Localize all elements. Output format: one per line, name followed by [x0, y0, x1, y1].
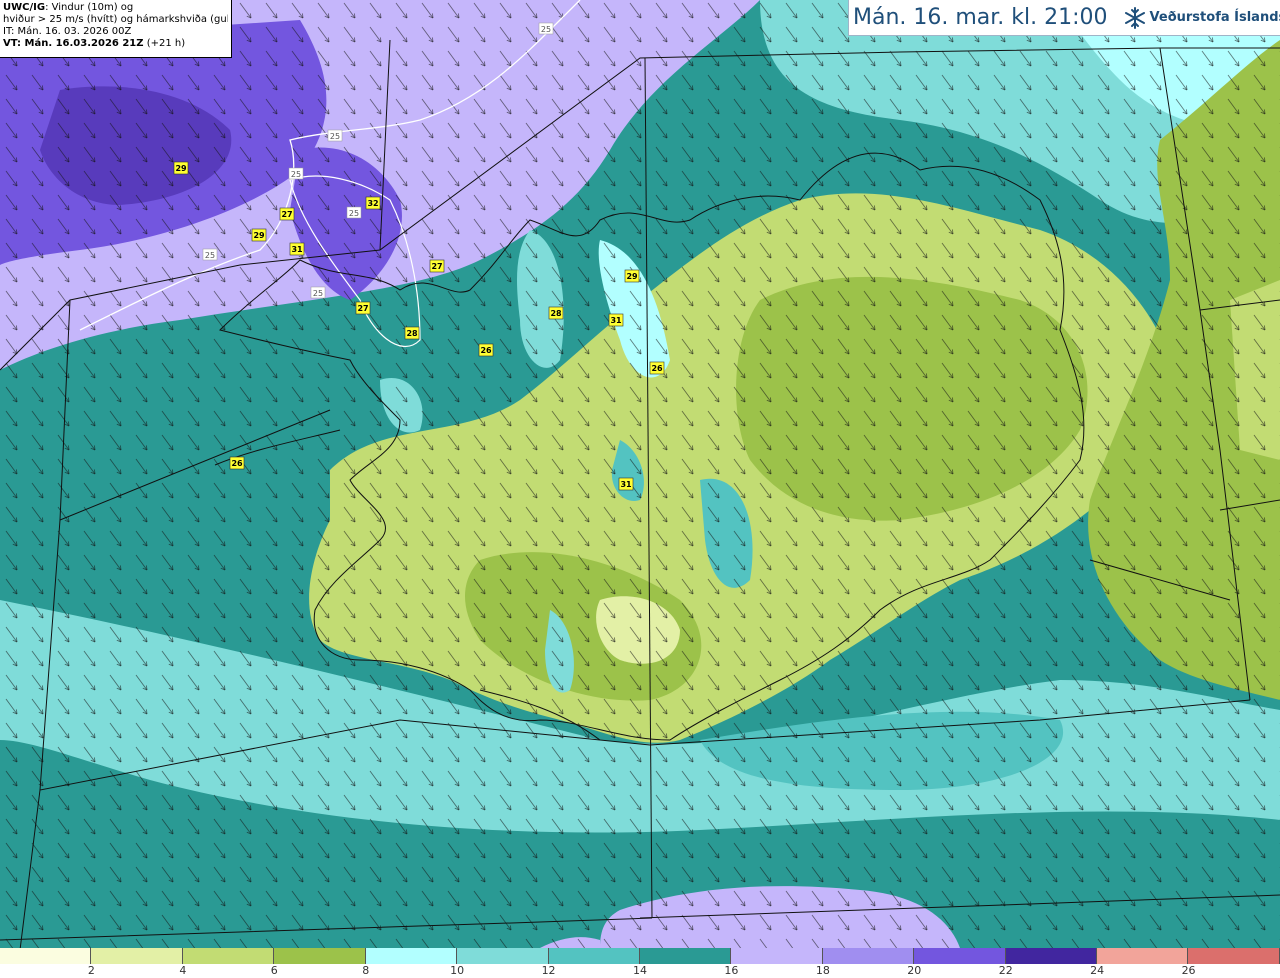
svg-text:27: 27: [281, 210, 292, 219]
legend-label: 2: [87, 964, 95, 977]
legend-label: 16: [724, 964, 739, 977]
map-header: Mán. 16. mar. kl. 21:00 Veðurstofa Íslan…: [848, 0, 1280, 36]
svg-text:28: 28: [550, 309, 562, 318]
max-gust-label: 29: [251, 228, 267, 242]
legend-segment: [91, 948, 183, 964]
svg-text:29: 29: [253, 231, 265, 240]
legend-segment: [914, 948, 1006, 964]
max-gust-label: 31: [608, 313, 624, 327]
svg-text:32: 32: [367, 199, 378, 208]
legend-label: 12: [541, 964, 556, 977]
svg-text:31: 31: [291, 245, 303, 254]
legend-label: 6: [270, 964, 278, 977]
legend-segment: [182, 948, 275, 964]
info-line-1: UWC/IG: Vindur (10m) og: [3, 2, 228, 14]
svg-text:25: 25: [313, 289, 323, 298]
gust-contour-label: 25: [202, 248, 218, 261]
legend-segment: [1188, 948, 1280, 964]
snowflake-icon: [1124, 6, 1145, 29]
max-gust-label: 31: [618, 477, 634, 491]
legend-label: 10: [450, 964, 465, 977]
legend-segment: [548, 948, 640, 964]
forecast-info-box: UWC/IG: Vindur (10m) og hviður > 25 m/s …: [0, 0, 232, 58]
legend-segment: [365, 948, 458, 964]
legend-label: 26: [1181, 964, 1196, 977]
wind-speed-legend: 2 4 6 8 10 12 14 16 18 20 22 24 26: [0, 948, 1280, 978]
max-gust-label: 26: [229, 456, 245, 470]
logo-text: Veðurstofa Íslands: [1149, 10, 1280, 25]
max-gust-label: 27: [429, 259, 445, 273]
svg-text:27: 27: [431, 262, 442, 271]
legend-segment: [274, 948, 366, 964]
max-gust-label: 28: [548, 306, 564, 320]
svg-text:25: 25: [291, 170, 301, 179]
gust-contour-label: 25: [346, 206, 362, 219]
svg-text:26: 26: [480, 346, 492, 355]
svg-text:29: 29: [175, 164, 187, 173]
legend-segment: [457, 948, 549, 964]
info-valid-time: VT: Mán. 16.03.2026 21Z (+21 h): [3, 38, 228, 50]
vedurstofa-logo[interactable]: Veðurstofa Íslands: [1122, 5, 1280, 31]
legend-label: 8: [362, 964, 370, 977]
max-gust-label: 26: [649, 361, 665, 375]
gust-contour-label: 25: [538, 22, 554, 35]
svg-text:26: 26: [231, 459, 243, 468]
info-initial-time: IT: Mán. 16. 03. 2026 00Z: [3, 26, 132, 37]
svg-text:29: 29: [626, 272, 638, 281]
legend-segment: [822, 948, 915, 964]
info-line-2: hviður > 25 m/s (hvítt) og hámarkshviða …: [3, 14, 228, 25]
legend-label: 18: [815, 964, 830, 977]
svg-text:25: 25: [541, 25, 551, 34]
legend-label: 22: [998, 964, 1013, 977]
legend-labels: 2 4 6 8 10 12 14 16 18 20 22 24 26: [0, 964, 1280, 978]
legend-segment: [1005, 948, 1098, 964]
legend-segment: [731, 948, 823, 964]
legend-segment: [0, 948, 92, 964]
svg-text:31: 31: [610, 316, 622, 325]
legend-label: 14: [633, 964, 647, 977]
max-gust-label: 29: [624, 269, 640, 283]
legend-segment: [1097, 948, 1189, 964]
gust-contour-label: 25: [288, 167, 304, 180]
max-gust-label: 26: [478, 343, 494, 357]
svg-text:25: 25: [205, 251, 215, 260]
gust-contour-label: 25: [310, 286, 326, 299]
svg-text:27: 27: [357, 304, 368, 313]
valid-time: VT: Mán. 16.03.2026 21Z: [3, 38, 144, 49]
legend-label: 4: [179, 964, 187, 977]
svg-text:31: 31: [620, 480, 632, 489]
svg-text:25: 25: [349, 209, 359, 218]
legend-label: 24: [1090, 964, 1105, 977]
max-gust-label: 29: [173, 161, 189, 175]
gust-contour-label: 25: [327, 129, 343, 142]
model-code: UWC/IG: [3, 2, 46, 13]
svg-text:25: 25: [330, 132, 340, 141]
max-gust-label: 27: [355, 301, 371, 315]
max-gust-label: 31: [289, 242, 305, 256]
legend-label: 20: [907, 964, 922, 977]
info-variable: : Vindur (10m) og: [45, 2, 134, 13]
max-gust-label: 28: [404, 326, 420, 340]
max-gust-label: 32: [365, 196, 381, 210]
wind-forecast-map[interactable]: 25 25 25 25 25 25 29 27 29 31 32 27 27 2…: [0, 0, 1280, 948]
legend-color-bar: [0, 948, 1280, 964]
forecast-time: Mán. 16. mar. kl. 21:00: [853, 5, 1108, 30]
valid-offset: (+21 h): [143, 38, 186, 49]
legend-segment: [639, 948, 732, 964]
svg-text:26: 26: [651, 364, 663, 373]
max-gust-label: 27: [279, 207, 295, 221]
svg-text:28: 28: [406, 329, 418, 338]
